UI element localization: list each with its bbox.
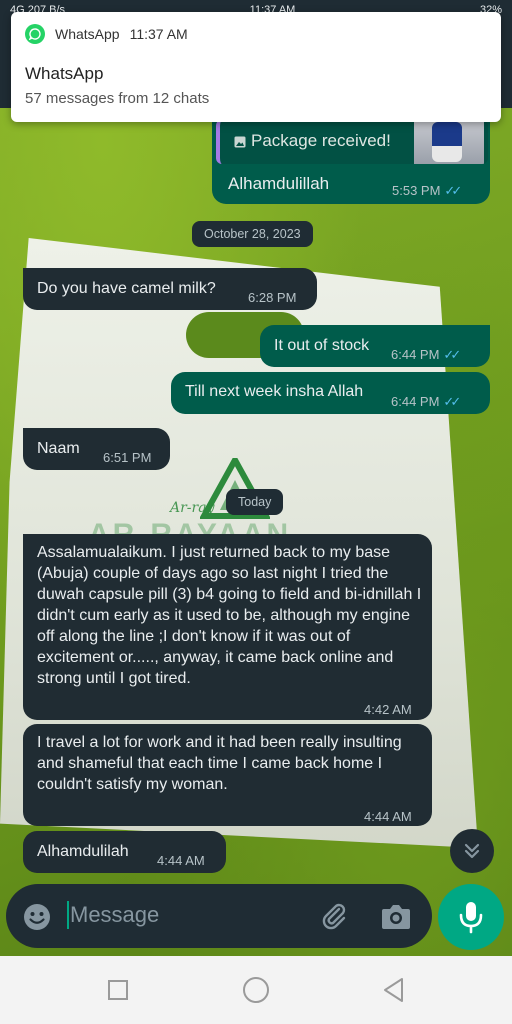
image-icon <box>234 136 246 148</box>
date-separator: October 28, 2023 <box>192 221 313 247</box>
message-text: Alhamdulillah <box>228 174 330 193</box>
message-bubble-outgoing[interactable]: Till next week insha Allah 6:44 PM ✓✓ <box>171 372 490 414</box>
text-caret <box>67 901 69 929</box>
notification-title: WhatsApp <box>25 64 104 83</box>
attach-icon[interactable] <box>318 900 350 932</box>
quoted-message[interactable]: Package received! <box>216 118 488 164</box>
message-time: 6:44 PM ✓✓ <box>391 344 461 365</box>
message-composer[interactable]: Message <box>6 884 432 948</box>
notification-time: 11:37 AM <box>129 26 188 42</box>
message-bubble-outgoing[interactable]: It out of stock 6:44 PM ✓✓ <box>260 325 490 367</box>
message-time: 4:44 AM <box>157 853 205 868</box>
message-time: 4:44 AM <box>364 809 412 824</box>
message-text: Naam <box>37 440 80 457</box>
quoted-thumbnail <box>414 118 484 164</box>
read-ticks-icon: ✓✓ <box>443 347 461 362</box>
date-separator: Today <box>226 489 284 515</box>
wallpaper-logo-text: Ar-ray <box>170 500 215 516</box>
message-bubble-incoming[interactable]: I travel a lot for work and it had been … <box>23 724 432 826</box>
recents-button[interactable] <box>98 970 138 1010</box>
read-ticks-icon: ✓✓ <box>443 394 461 409</box>
circle-icon <box>243 977 269 1003</box>
system-navigation-bar <box>0 956 512 1024</box>
home-button[interactable] <box>236 970 276 1010</box>
message-time: 5:53 PM ✓✓ <box>392 183 462 198</box>
message-text: Do you have camel milk? <box>37 280 216 297</box>
message-bubble-incoming[interactable]: Do you have camel milk? 6:28 PM <box>23 268 317 310</box>
camera-icon[interactable] <box>380 901 412 931</box>
notification-body: 57 messages from 12 chats <box>25 90 210 107</box>
notification-banner[interactable]: WhatsApp 11:37 AM WhatsApp 57 messages f… <box>11 12 501 122</box>
message-time: 6:44 PM ✓✓ <box>391 391 461 412</box>
message-input[interactable]: Message <box>70 902 159 928</box>
message-bubble-incoming[interactable]: Naam 6:51 PM <box>23 428 170 470</box>
message-time: 4:42 AM <box>364 702 412 717</box>
back-triangle-icon <box>384 978 403 1002</box>
message-text: It out of stock <box>274 337 370 354</box>
notification-app-name: WhatsApp <box>55 26 120 42</box>
message-text: I travel a lot for work and it had been … <box>37 734 402 793</box>
emoji-icon[interactable] <box>22 902 52 932</box>
message-text: Alhamdulilah <box>37 843 129 860</box>
quoted-text: Package received! <box>251 131 391 150</box>
square-icon <box>108 980 128 1000</box>
microphone-icon <box>459 902 483 934</box>
message-text: Assalamualaikum. I just returned back to… <box>37 544 422 687</box>
message-text: Till next week insha Allah <box>185 383 364 400</box>
scroll-to-bottom-button[interactable] <box>450 829 494 873</box>
back-button[interactable] <box>374 970 414 1010</box>
voice-message-button[interactable] <box>438 884 504 950</box>
message-time: 6:28 PM <box>248 290 297 305</box>
double-chevron-down-icon <box>464 843 480 859</box>
message-bubble-incoming[interactable]: Assalamualaikum. I just returned back to… <box>23 534 432 720</box>
message-bubble-incoming[interactable]: Alhamdulilah 4:44 AM <box>23 831 226 873</box>
message-time: 6:51 PM <box>103 450 152 465</box>
whatsapp-icon <box>25 24 45 44</box>
read-ticks-icon: ✓✓ <box>444 183 462 198</box>
